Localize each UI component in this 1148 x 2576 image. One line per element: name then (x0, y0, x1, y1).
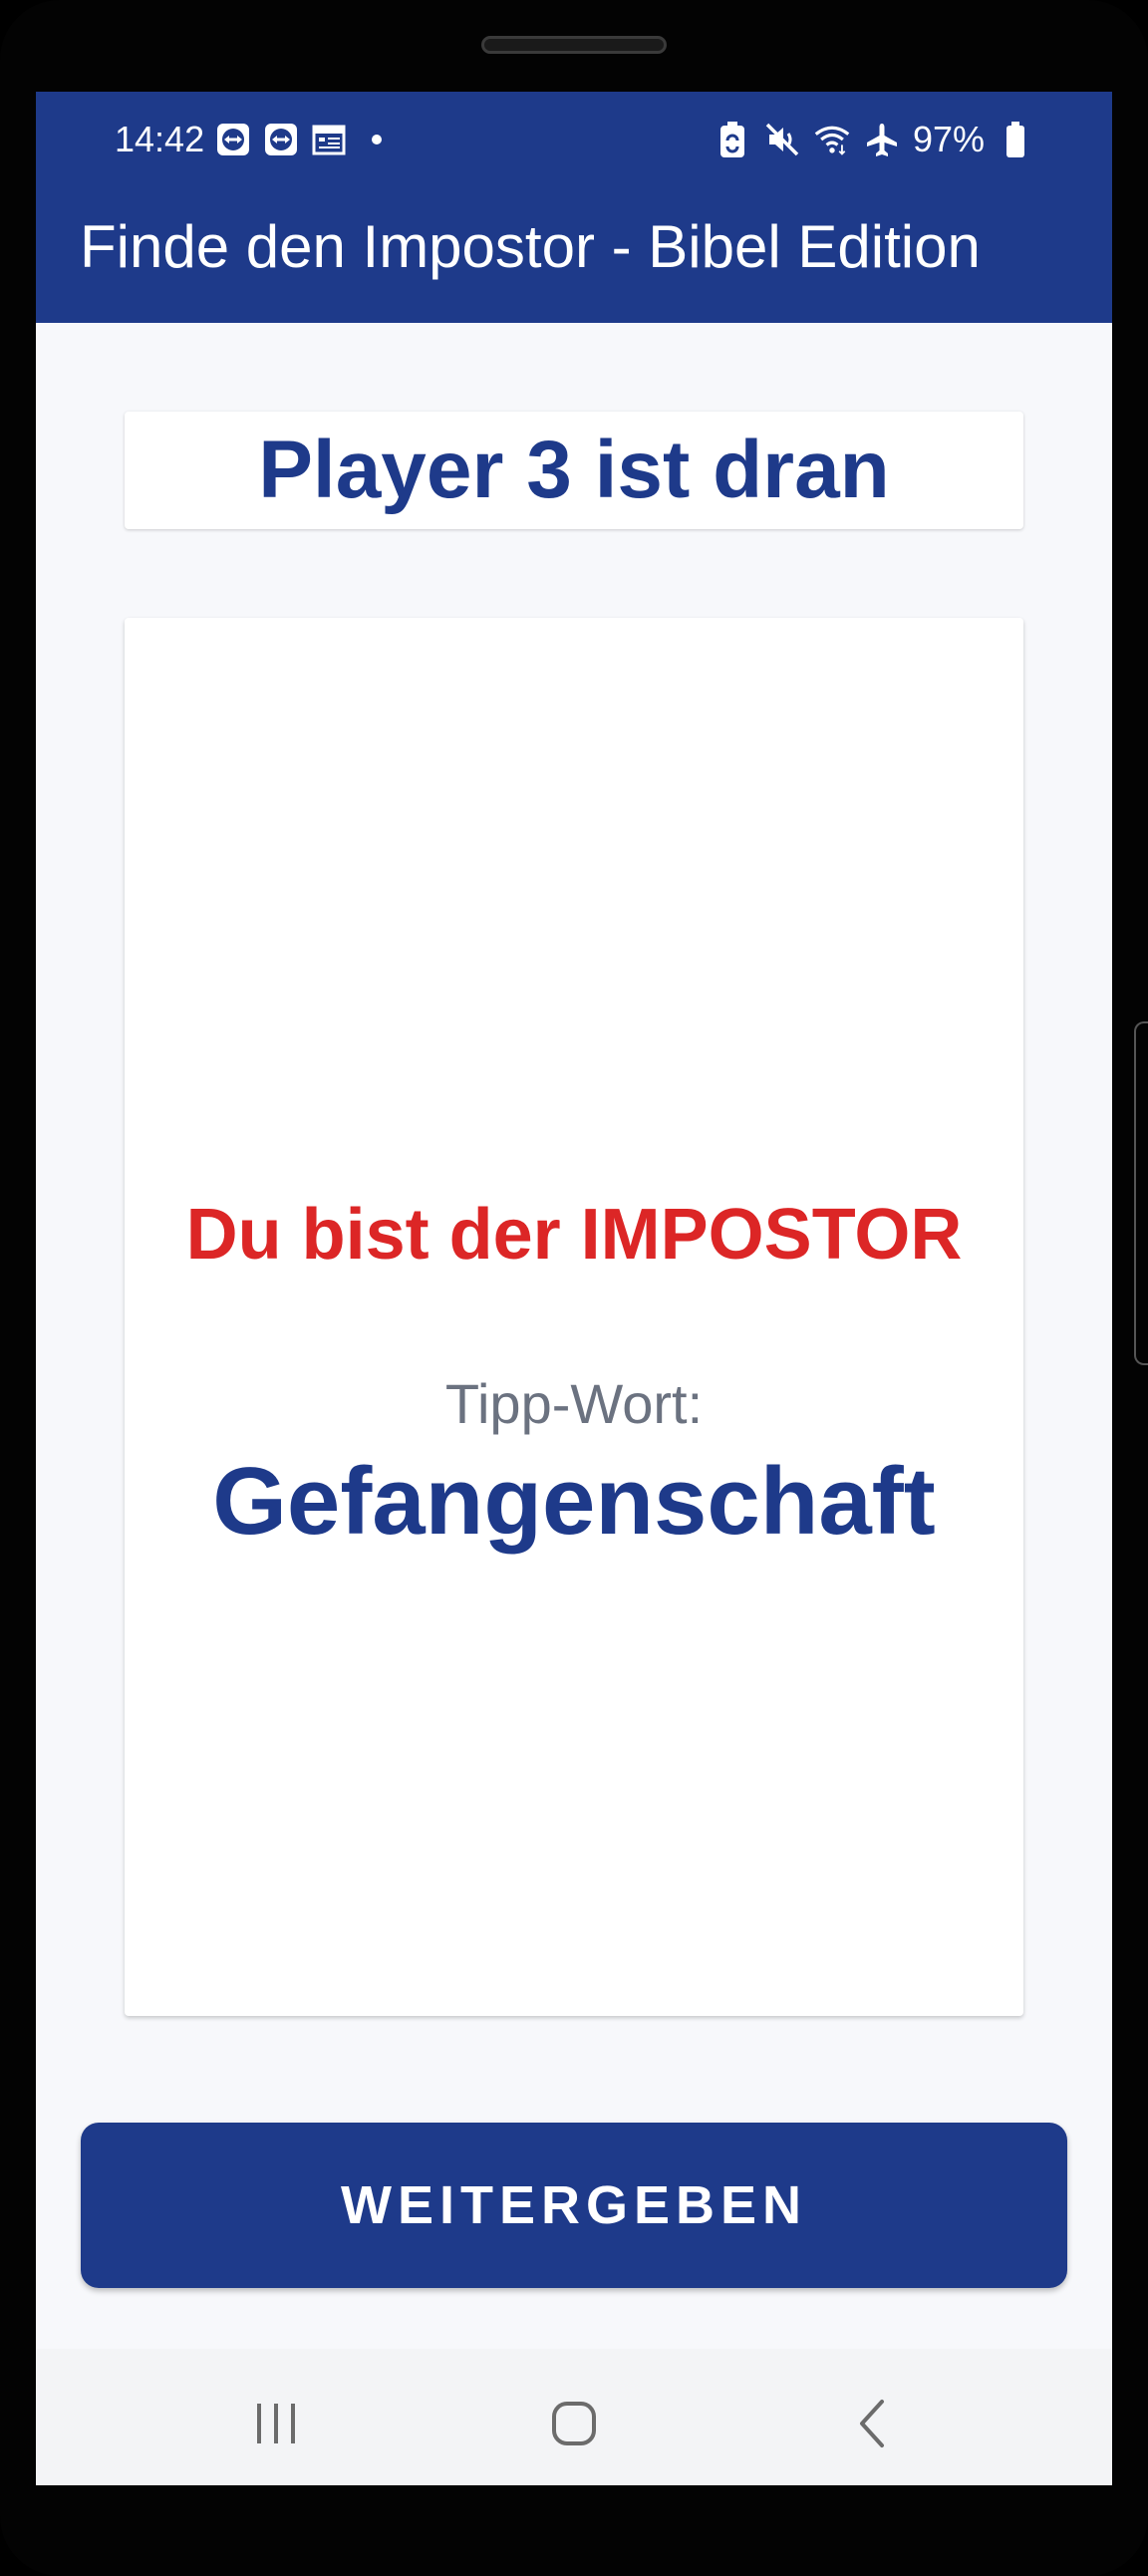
app-bar: Finde den Impostor - Bibel Edition (36, 187, 1112, 323)
status-time: 14:42 (115, 119, 205, 159)
pass-on-button[interactable]: WEITERGEBEN (81, 2123, 1067, 2288)
mute-icon (763, 121, 801, 158)
battery-icon (997, 121, 1034, 158)
hint-word: Gefangenschaft (212, 1448, 936, 1555)
hint-label: Tipp-Wort: (444, 1372, 704, 1435)
battery-percent: 97% (912, 119, 985, 159)
battery-saver-icon (714, 121, 751, 158)
teamviewer-icon (262, 121, 300, 158)
side-edge-handle (1134, 1021, 1148, 1365)
teamviewer-icon (214, 121, 252, 158)
device-frame: 14:42 97% Finde den Impostor - Bibel Edi… (0, 0, 1148, 2576)
back-icon[interactable] (827, 2379, 917, 2468)
speaker-grille (481, 36, 667, 54)
calendar-icon (310, 121, 348, 158)
role-card[interactable]: Du bist der IMPOSTOR Tipp-Wort: Gefangen… (125, 618, 1023, 2016)
app-title: Finde den Impostor - Bibel Edition (80, 213, 981, 280)
status-bar: 14:42 97% (36, 92, 1112, 187)
home-icon[interactable] (529, 2379, 619, 2468)
role-text: Du bist der IMPOSTOR (185, 1195, 963, 1275)
navigation-bar (36, 2349, 1112, 2485)
player-turn-card: Player 3 ist dran (125, 412, 1023, 529)
player-turn-title: Player 3 ist dran (258, 425, 890, 515)
wifi-icon (813, 121, 851, 158)
airplane-icon (863, 121, 901, 158)
status-right: 97% (714, 112, 1034, 167)
screen: 14:42 97% Finde den Impostor - Bibel Edi… (36, 92, 1112, 2485)
recents-icon[interactable] (231, 2379, 321, 2468)
dot-icon (358, 121, 396, 158)
status-left: 14:42 (115, 112, 396, 167)
